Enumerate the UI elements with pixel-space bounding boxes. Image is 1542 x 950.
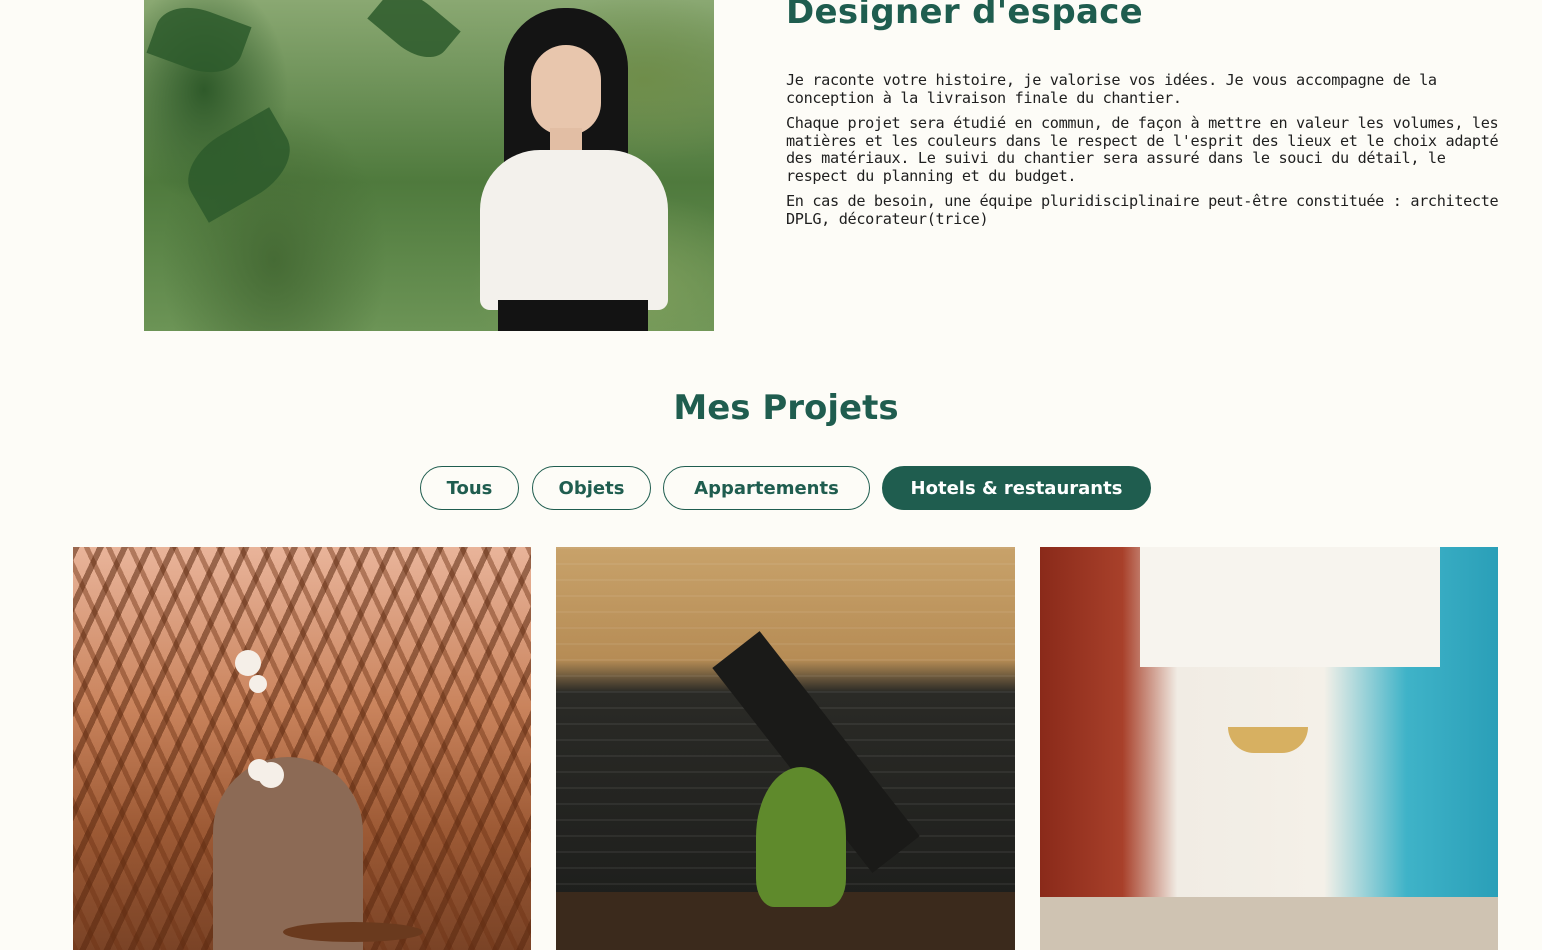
filter-appartements-button[interactable]: Appartements — [663, 466, 870, 510]
card-image-detail — [756, 767, 846, 907]
portrait-face — [531, 45, 601, 135]
card-image-detail — [283, 922, 423, 942]
about-paragraph: Je raconte votre histoire, je valorise v… — [786, 71, 1437, 107]
card-image-detail — [213, 757, 363, 950]
filter-hotels-restaurants-button[interactable]: Hotels & restaurants — [882, 466, 1151, 510]
card-image-detail — [249, 675, 267, 693]
card-image-detail — [258, 762, 284, 788]
about-paragraph: Chaque projet sera étudié en commun, de … — [786, 114, 1499, 185]
about-text: Je raconte votre histoire, je valorise v… — [786, 71, 1501, 236]
filter-tous-button[interactable]: Tous — [420, 466, 519, 510]
filter-objets-button[interactable]: Objets — [532, 466, 651, 510]
about-paragraph: En cas de besoin, une équipe pluridiscip… — [786, 192, 1499, 228]
portrait-shirt — [480, 150, 668, 310]
foliage-decoration — [173, 107, 305, 223]
projects-title: Mes Projets — [673, 388, 899, 428]
foliage-decoration — [367, 0, 461, 70]
project-card-hotel-dining-hall[interactable] — [1040, 547, 1498, 950]
card-image-detail — [1040, 897, 1498, 950]
card-image-detail — [1140, 547, 1440, 667]
about-title: Designer d'espace — [786, 0, 1144, 32]
designer-portrait-image — [144, 0, 714, 331]
project-card-bar-restaurant[interactable] — [556, 547, 1015, 950]
portrait-skirt — [498, 300, 648, 331]
card-image-detail — [1228, 727, 1308, 753]
card-image-detail — [235, 650, 261, 676]
foliage-decoration — [146, 0, 252, 84]
project-card-greenhouse-restaurant[interactable] — [73, 547, 531, 950]
